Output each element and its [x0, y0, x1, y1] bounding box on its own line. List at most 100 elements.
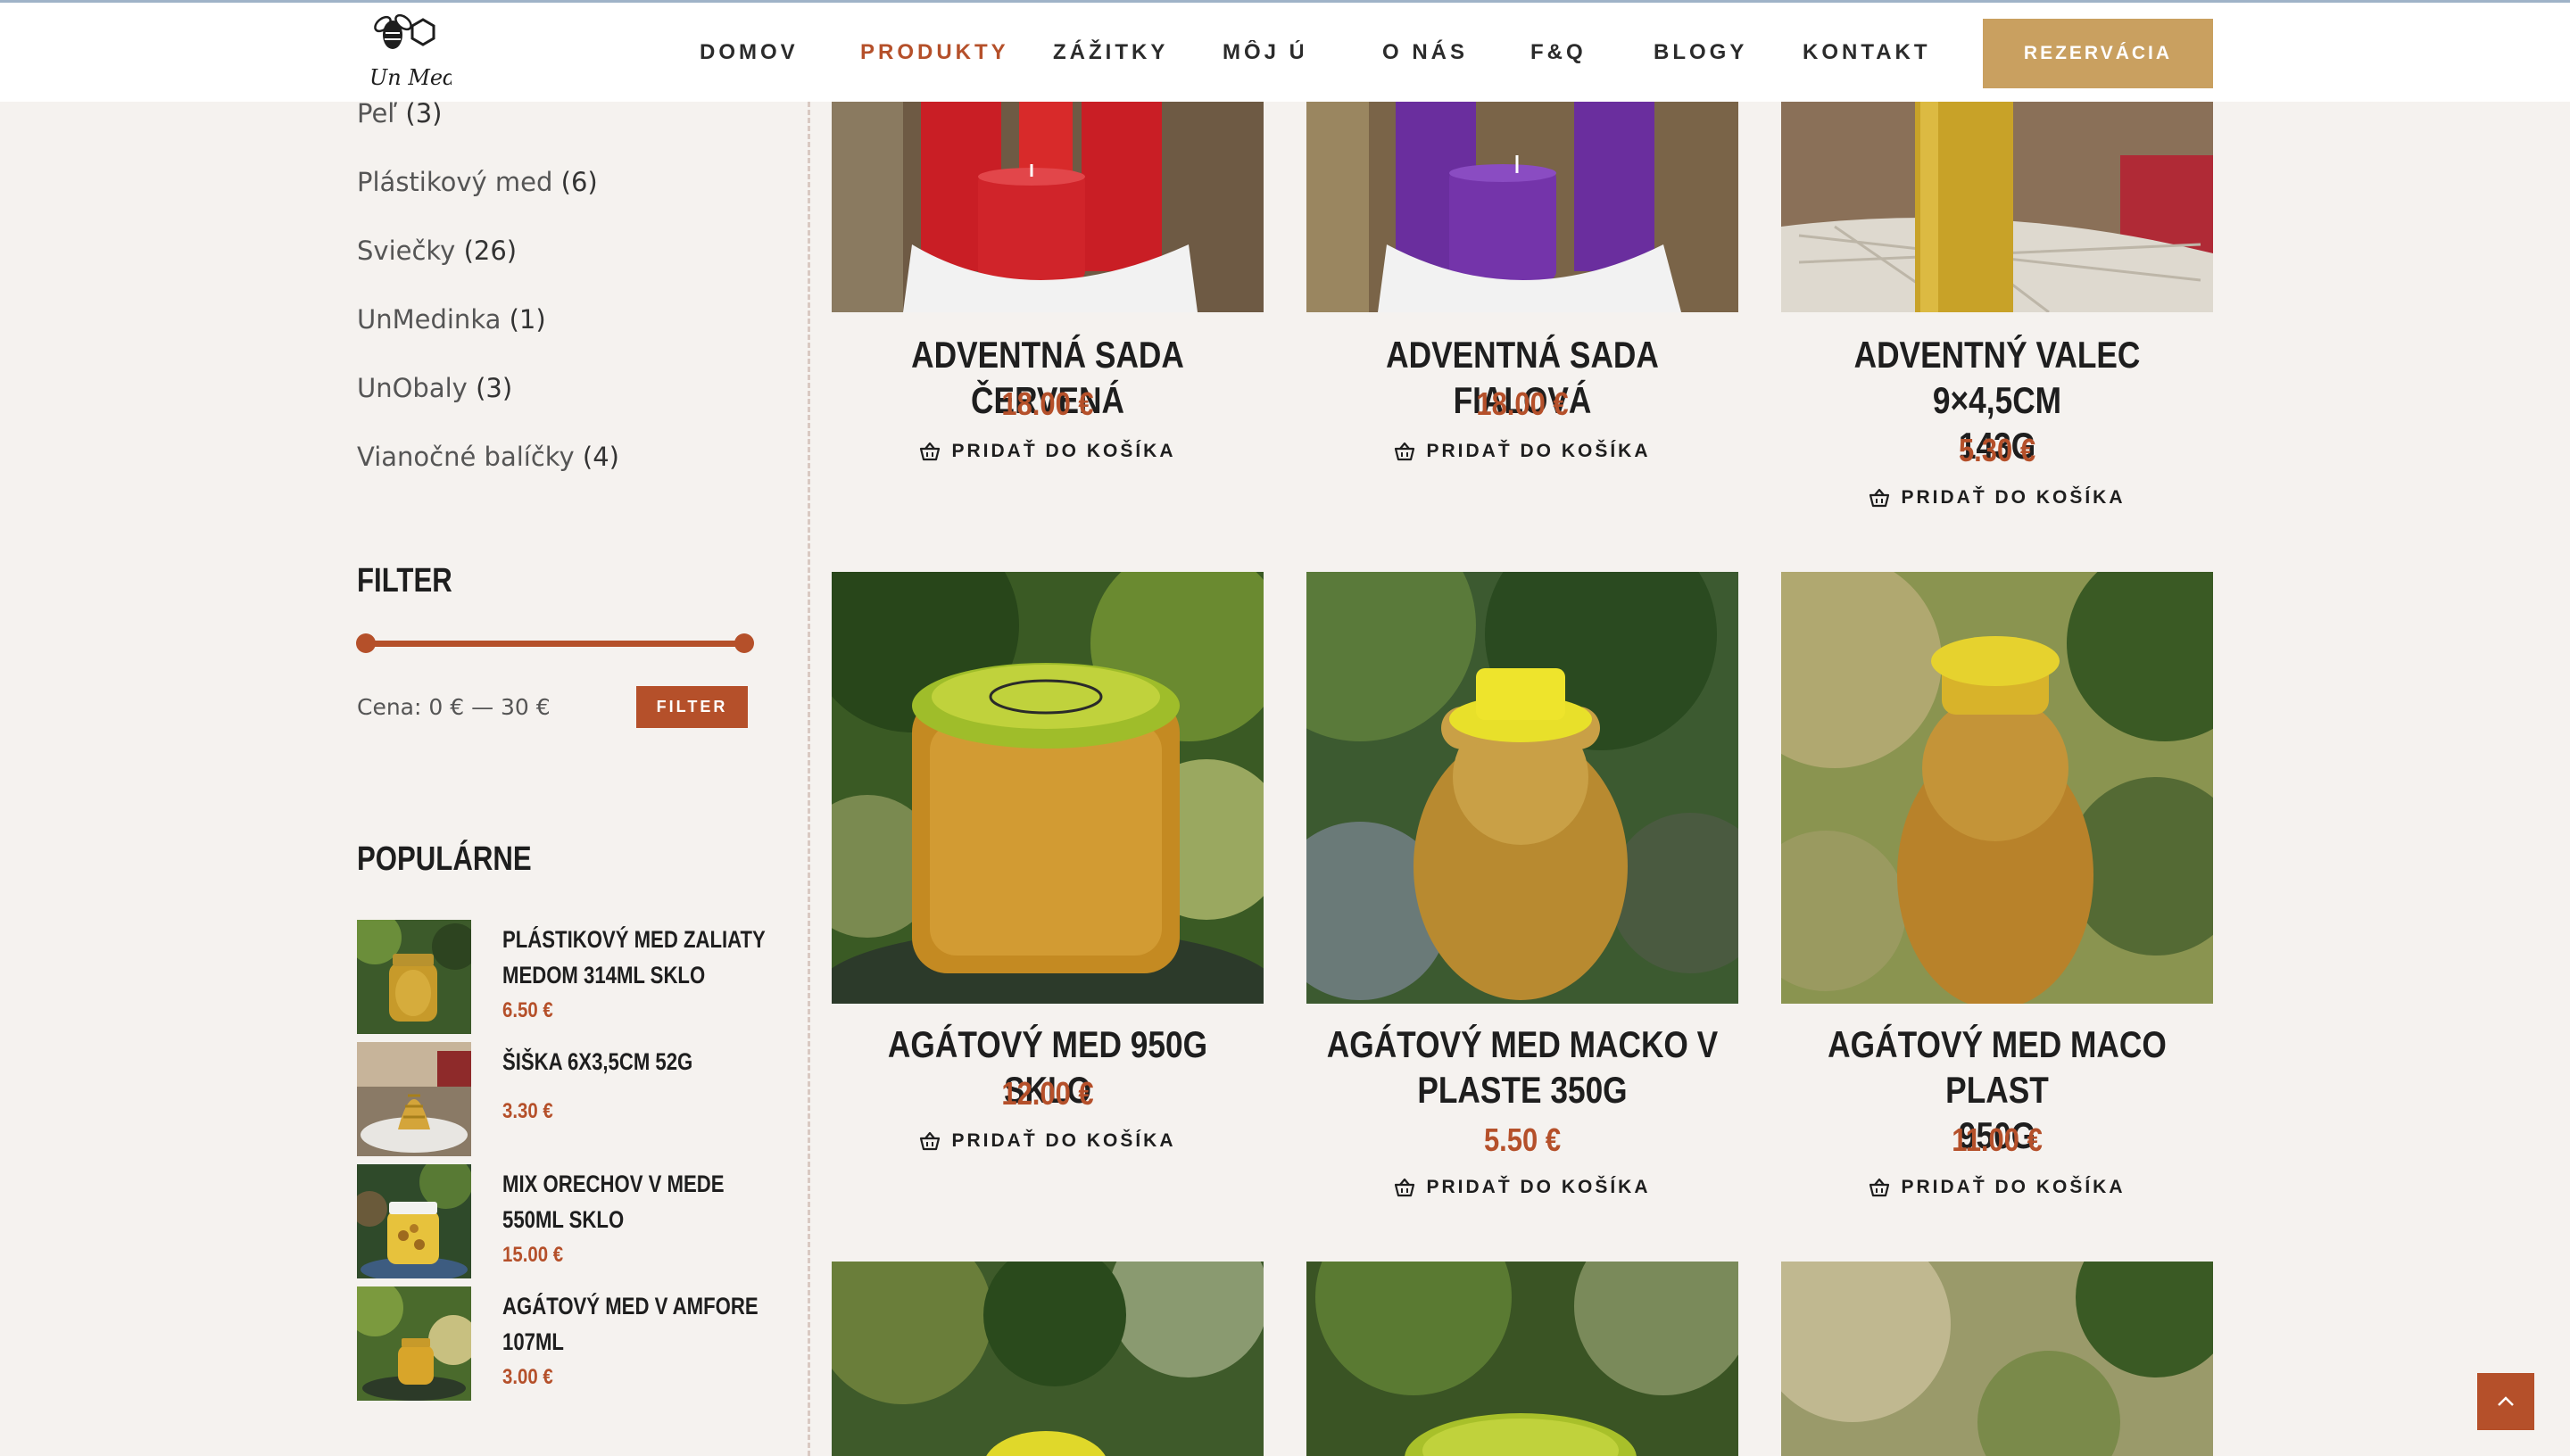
add-to-cart-label: PRIDAŤ DO KOŠÍKA [1901, 1177, 2126, 1197]
add-to-cart-button[interactable]: PRIDAŤ DO KOŠÍKA [1781, 487, 2213, 509]
price-slider-max-handle[interactable] [734, 633, 754, 653]
logo-wordmark: Un Medy [369, 65, 452, 90]
category-item-pel[interactable]: Peľ (3) [357, 98, 442, 128]
site-logo[interactable]: Un Medy [366, 6, 468, 99]
product-price: 5.30 € [1958, 432, 2036, 468]
category-name: UnObaly [357, 373, 468, 403]
popular-item-title-line: PLÁSTIKOVÝ MED ZALIATY [502, 926, 766, 953]
product-price: 11.00 € [1952, 1121, 2043, 1158]
add-to-cart-label: PRIDAŤ DO KOŠÍKA [1426, 441, 1651, 461]
popular-item-title[interactable]: MIX ORECHOV V MEDE 550ML SKLO [502, 1166, 751, 1237]
product-title-line: ADVENTNÝ VALEC 9×4,5CM [1853, 334, 2141, 421]
add-to-cart-button[interactable]: PRIDAŤ DO KOŠÍKA [832, 1130, 1264, 1152]
product-image[interactable] [832, 102, 1264, 312]
product-price: 5.50 € [1483, 1121, 1562, 1158]
product-title-line: AGÁTOVÝ MED MACO PLAST [1828, 1023, 2167, 1111]
product-price: 18.00 € [1001, 385, 1094, 422]
product-price: 18.00 € [1476, 385, 1569, 422]
add-to-cart-label: PRIDAŤ DO KOŠÍKA [1426, 1177, 1651, 1197]
basket-icon [1395, 442, 1415, 461]
popular-item-title-line: MIX ORECHOV V MEDE [502, 1171, 725, 1197]
popular-item-price: 3.00 € [502, 1365, 553, 1389]
popular-item[interactable]: MIX ORECHOV V MEDE 550ML SKLO 15.00 € [357, 1164, 767, 1280]
nav-item-domov[interactable]: DOMOV [700, 40, 799, 65]
category-name: Plástikový med [357, 167, 553, 197]
popular-item-thumbnail[interactable] [357, 1286, 471, 1401]
category-count: (3) [405, 98, 443, 128]
add-to-cart-label: PRIDAŤ DO KOŠÍKA [1901, 487, 2126, 508]
popular-item-title-line: ŠIŠKA 6X3,5CM 52G [502, 1048, 693, 1075]
product-image[interactable] [1781, 572, 2213, 1004]
category-item-plastikovy-med[interactable]: Plástikový med (6) [357, 167, 598, 197]
add-to-cart-label: PRIDAŤ DO KOŠÍKA [951, 1130, 1176, 1151]
add-to-cart-button[interactable]: PRIDAŤ DO KOŠÍKA [1306, 441, 1738, 462]
nav-item-fq[interactable]: F&Q [1530, 40, 1587, 65]
category-item-sviecky[interactable]: Sviečky (26) [357, 236, 517, 266]
chevron-up-icon [2498, 1396, 2514, 1406]
category-name: Peľ [357, 98, 398, 128]
popular-item[interactable]: PLÁSTIKOVÝ MED ZALIATY MEDOM 314ML SKLO … [357, 920, 767, 1036]
category-count: (26) [463, 236, 518, 266]
sidebar-divider [808, 102, 810, 1456]
nav-item-produkty[interactable]: PRODUKTY [860, 40, 1009, 65]
popular-item[interactable]: ŠIŠKA 6X3,5CM 52G 3.30 € [357, 1042, 767, 1158]
filter-button[interactable]: FILTER [636, 686, 748, 728]
popular-item-title-line: MEDOM 314ML SKLO [502, 962, 706, 989]
category-name: UnMedinka [357, 304, 502, 335]
basket-icon [1869, 488, 1890, 508]
popular-item-title[interactable]: ŠIŠKA 6X3,5CM 52G [502, 1044, 751, 1080]
product-image[interactable] [832, 1262, 1264, 1456]
scroll-to-top-button[interactable] [2477, 1373, 2534, 1430]
price-slider-min-handle[interactable] [356, 633, 376, 653]
nav-item-o-nas[interactable]: O NÁS [1382, 40, 1468, 65]
basket-icon [1869, 1178, 1890, 1197]
category-name: Sviečky [357, 236, 456, 266]
popular-item-thumbnail[interactable] [357, 1042, 471, 1156]
product-title-line: AGÁTOVÝ MED MACKO V [1326, 1023, 1719, 1065]
popular-item-title-line: AGÁTOVÝ MED V AMFORE [502, 1293, 759, 1320]
price-slider-track[interactable] [366, 641, 744, 647]
price-range-text: Cena: 0 € — 30 € [357, 694, 551, 720]
popular-title: POPULÁRNE [357, 840, 532, 878]
bee-logo-icon: Un Medy [369, 13, 468, 90]
add-to-cart-label: PRIDAŤ DO KOŠÍKA [951, 441, 1176, 461]
add-to-cart-button[interactable]: PRIDAŤ DO KOŠÍKA [832, 441, 1264, 462]
product-image[interactable] [1306, 102, 1738, 312]
basket-icon [920, 442, 941, 461]
product-title-line: PLASTE 350G [1417, 1069, 1628, 1111]
popular-item-title-line: 107ML [502, 1328, 564, 1355]
nav-item-kontakt[interactable]: KONTAKT [1803, 40, 1931, 65]
product-image[interactable] [832, 572, 1264, 1004]
category-count: (6) [560, 167, 598, 197]
filter-title: FILTER [357, 562, 452, 600]
popular-item-title[interactable]: AGÁTOVÝ MED V AMFORE 107ML [502, 1288, 759, 1360]
popular-item[interactable]: AGÁTOVÝ MED V AMFORE 107ML 3.00 € [357, 1286, 767, 1402]
add-to-cart-button[interactable]: PRIDAŤ DO KOŠÍKA [1306, 1177, 1738, 1198]
category-item-vianocne-balicky[interactable]: Vianočné balíčky (4) [357, 442, 619, 472]
category-item-unmedinka[interactable]: UnMedinka (1) [357, 304, 546, 335]
popular-item-title-line: 550ML SKLO [502, 1206, 625, 1233]
product-image[interactable] [1306, 1262, 1738, 1456]
basket-icon [1395, 1178, 1415, 1197]
reservation-button[interactable]: REZERVÁCIA [1983, 19, 2213, 88]
nav-item-zazitky[interactable]: ZÁŽITKY [1053, 40, 1168, 65]
popular-item-price: 6.50 € [502, 998, 553, 1022]
popular-item-thumbnail[interactable] [357, 920, 471, 1034]
category-count: (3) [476, 373, 513, 403]
site-header: Un Medy DOMOV PRODUKTY ZÁŽITKY MÔJ ÚĽ O … [0, 0, 2570, 102]
nav-item-moj-ul[interactable]: MÔJ ÚĽ [1223, 40, 1303, 65]
popular-item-price: 3.30 € [502, 1099, 553, 1123]
product-title[interactable]: AGÁTOVÝ MED MACKO V PLASTE 350G [1319, 1022, 1727, 1113]
popular-item-title[interactable]: PLÁSTIKOVÝ MED ZALIATY MEDOM 314ML SKLO [502, 922, 766, 993]
product-image[interactable] [1781, 1262, 2213, 1456]
add-to-cart-button[interactable]: PRIDAŤ DO KOŠÍKA [1781, 1177, 2213, 1198]
nav-item-blogy[interactable]: BLOGY [1654, 40, 1747, 65]
product-image[interactable] [1781, 102, 2213, 312]
category-count: (1) [509, 304, 546, 335]
product-price: 12.00 € [1001, 1075, 1094, 1112]
product-image[interactable] [1306, 572, 1738, 1004]
category-item-unobaly[interactable]: UnObaly (3) [357, 373, 512, 403]
basket-icon [920, 1131, 941, 1151]
popular-item-thumbnail[interactable] [357, 1164, 471, 1278]
category-name: Vianočné balíčky [357, 442, 575, 472]
